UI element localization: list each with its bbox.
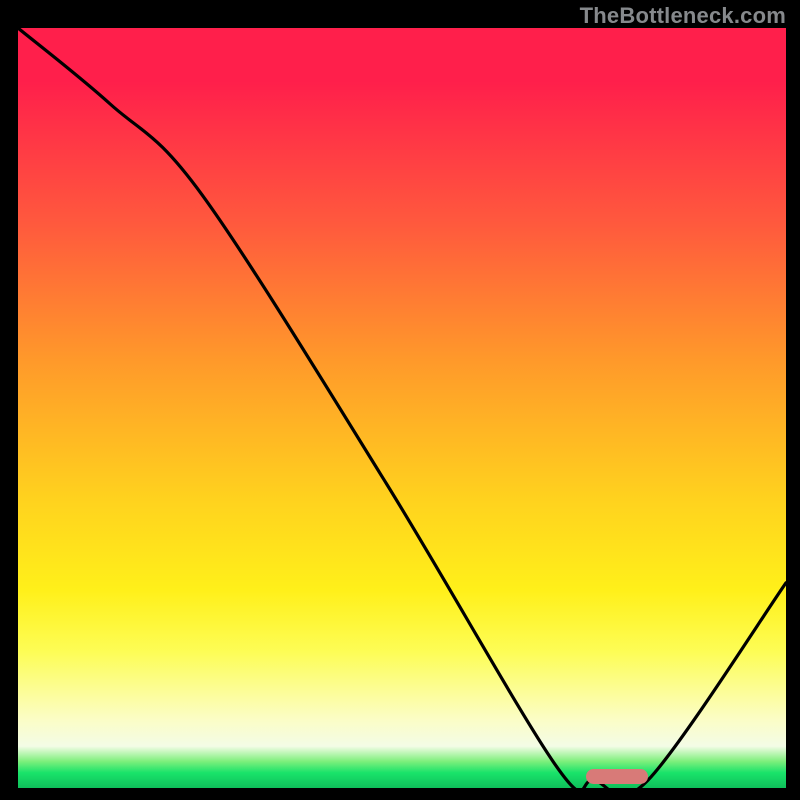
bottleneck-curve bbox=[18, 28, 786, 788]
plot-area bbox=[18, 28, 786, 788]
optimal-range-marker bbox=[586, 769, 647, 784]
chart-frame: TheBottleneck.com bbox=[0, 0, 800, 800]
watermark-text: TheBottleneck.com bbox=[580, 3, 786, 29]
